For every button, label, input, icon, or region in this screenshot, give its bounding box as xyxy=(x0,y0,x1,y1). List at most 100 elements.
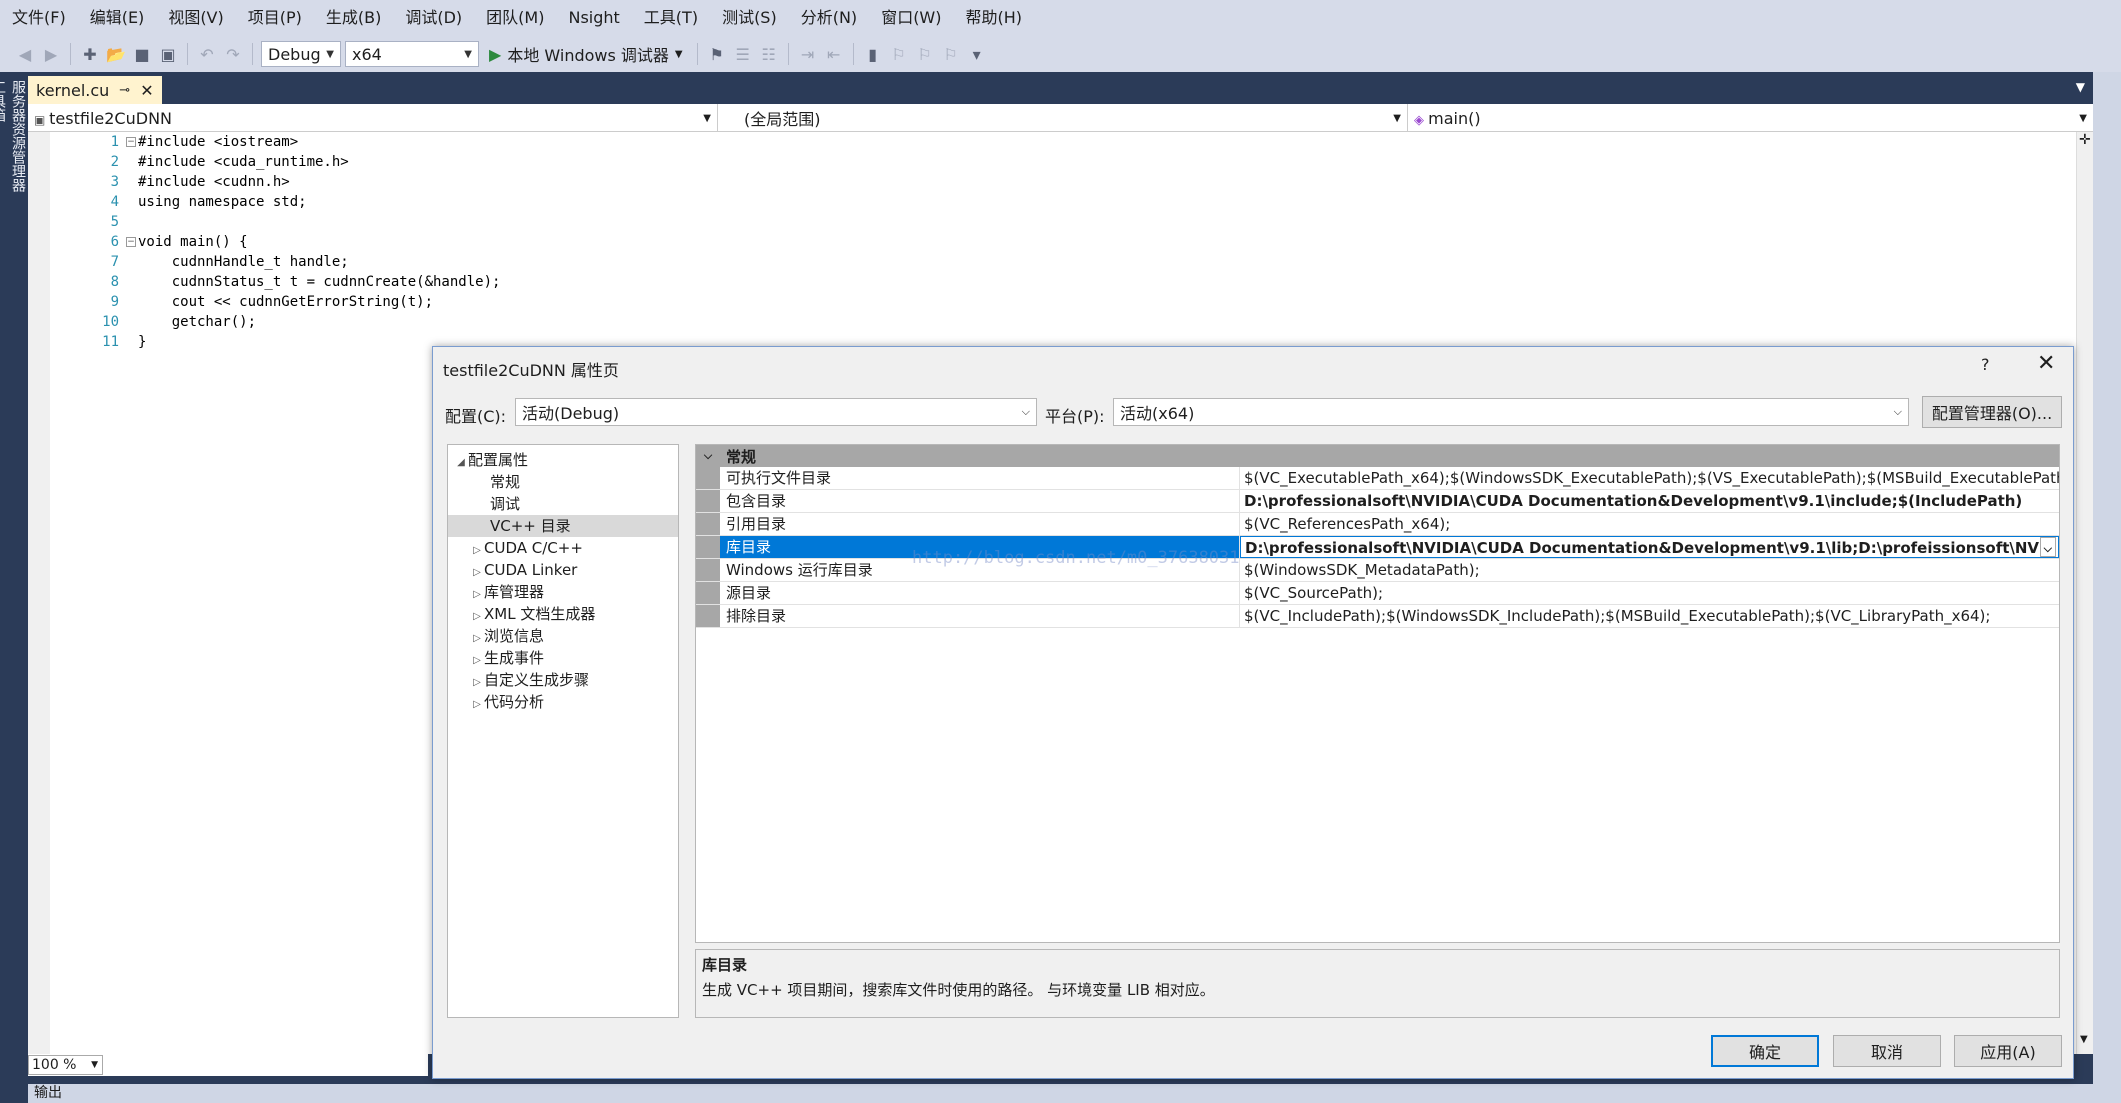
forward-icon[interactable]: ▶ xyxy=(40,43,62,65)
code-text[interactable]: #include <iostream> #include <cuda_runti… xyxy=(138,132,500,352)
close-icon[interactable]: ✕ xyxy=(2037,351,2055,376)
menu-item[interactable]: 测试(S) xyxy=(710,0,789,36)
menu-item[interactable]: 项目(P) xyxy=(236,0,314,36)
grid-row[interactable]: 排除目录 $(VC_IncludePath);$(WindowsSDK_Inclu… xyxy=(696,605,2059,628)
menu-item[interactable]: 工具(T) xyxy=(632,0,710,36)
chevron-down-icon[interactable]: ⌵ xyxy=(2039,537,2056,557)
tree-item-cuda-cpp[interactable]: ▷ CUDA C/C++ xyxy=(448,537,678,559)
configuration-dropdown[interactable]: 活动(Debug) ⌵ xyxy=(515,398,1037,426)
back-icon[interactable]: ◀ xyxy=(14,43,36,65)
code-line: void main() { xyxy=(138,234,248,250)
menu-item[interactable]: 调试(D) xyxy=(393,0,474,36)
chevron-down-icon[interactable]: ⌵ xyxy=(696,449,720,463)
tree-item-librarian[interactable]: ▷ 库管理器 xyxy=(448,581,678,603)
uncomment-icon[interactable]: ☷ xyxy=(758,43,780,65)
platform-value: x64 xyxy=(352,44,382,64)
prev-bookmark-icon[interactable]: ⚐ xyxy=(888,43,910,65)
split-icon[interactable]: ✛ xyxy=(2079,132,2091,148)
chevron-down-icon: ⌵ xyxy=(1021,405,1030,418)
code-line: cout << cudnnGetErrorString(t); xyxy=(138,294,434,310)
tree-item-debugging[interactable]: 调试 xyxy=(448,493,678,515)
property-value[interactable]: $(VC_IncludePath);$(WindowsSDK_IncludePa… xyxy=(1240,605,2059,627)
tree-item-browse-info[interactable]: ▷ 浏览信息 xyxy=(448,625,678,647)
tree-item-vc-directories[interactable]: VC++ 目录 xyxy=(448,515,678,537)
menu-item[interactable]: 分析(N) xyxy=(789,0,869,36)
output-panel-header[interactable]: 输出 xyxy=(28,1084,2093,1103)
tab-kernel-cu[interactable]: kernel.cu ⊸ ✕ xyxy=(28,76,162,104)
clear-bookmarks-icon[interactable]: ⚐ xyxy=(940,43,962,65)
property-value[interactable]: $(VC_ReferencesPath_x64); xyxy=(1240,513,2059,535)
property-name: 可执行文件目录 xyxy=(720,467,1240,489)
tree-item-xml-doc[interactable]: ▷ XML 文档生成器 xyxy=(448,603,678,625)
description-panel: 库目录 生成 VC++ 项目期间，搜索库文件时使用的路径。 与环境变量 LIB … xyxy=(695,949,2060,1018)
member-dropdown[interactable]: ◈ main() ▼ xyxy=(1408,104,2093,132)
grid-row[interactable]: 源目录 $(VC_SourcePath); xyxy=(696,582,2059,605)
menu-item[interactable]: 团队(M) xyxy=(474,0,556,36)
tree-item-code-analysis[interactable]: ▷ 代码分析 xyxy=(448,691,678,713)
configuration-manager-button[interactable]: 配置管理器(O)... xyxy=(1922,396,2062,428)
chevron-down-icon[interactable]: ▼ xyxy=(2076,80,2085,94)
property-value[interactable]: $(VC_SourcePath); xyxy=(1240,582,2059,604)
cancel-button[interactable]: 取消 xyxy=(1833,1035,1941,1067)
grid-row[interactable]: 引用目录 $(VC_ReferencesPath_x64); xyxy=(696,513,2059,536)
next-bookmark-icon[interactable]: ⚐ xyxy=(914,43,936,65)
toolbar-overflow-icon[interactable]: ▾ xyxy=(966,43,988,65)
grid-section-header[interactable]: ⌵ 常规 xyxy=(696,445,2059,467)
menu-item[interactable]: Nsight xyxy=(556,0,631,36)
menu-item[interactable]: 生成(B) xyxy=(314,0,393,36)
save-icon[interactable]: ■ xyxy=(131,43,153,65)
outdent-icon[interactable]: ⇤ xyxy=(823,43,845,65)
vertical-scrollbar[interactable]: ✛ ▼ xyxy=(2076,132,2093,1054)
grid-row[interactable]: Windows 运行库目录 $(WindowsSDK_MetadataPath); xyxy=(696,559,2059,582)
platform-select[interactable]: x64 ▼ xyxy=(345,41,479,67)
grid-row[interactable]: 包含目录 D:\professionalsoft\NVIDIA\CUDA Docu… xyxy=(696,490,2059,513)
line-number: 4 xyxy=(110,194,119,210)
toolbox-tab[interactable]: 工具箱 xyxy=(0,80,8,1083)
find-icon[interactable]: ⚑ xyxy=(706,43,728,65)
new-project-icon[interactable]: ✚ xyxy=(79,43,101,65)
collapse-icon[interactable]: − xyxy=(126,237,136,247)
save-all-icon[interactable]: ▣ xyxy=(157,43,179,65)
property-name: 引用目录 xyxy=(720,513,1240,535)
tree-item-label: XML 文档生成器 xyxy=(484,605,596,623)
configuration-select[interactable]: Debug ▼ xyxy=(261,41,341,67)
tree-item-custom-build-step[interactable]: ▷ 自定义生成步骤 xyxy=(448,669,678,691)
project-dropdown[interactable]: ▣ testfile2CuDNN ▼ xyxy=(28,104,718,132)
undo-icon[interactable]: ↶ xyxy=(196,43,218,65)
server-explorer-tab[interactable]: 服务器资源管理器 xyxy=(8,80,28,1083)
collapse-icon[interactable]: − xyxy=(126,137,136,147)
bookmark-icon[interactable]: ▮ xyxy=(862,43,884,65)
tree-item-general[interactable]: 常规 xyxy=(448,471,678,493)
comment-icon[interactable]: ☰ xyxy=(732,43,754,65)
scroll-down-icon[interactable]: ▼ xyxy=(2080,1034,2088,1045)
tree-item-cuda-linker[interactable]: ▷ CUDA Linker xyxy=(448,559,678,581)
redo-icon[interactable]: ↷ xyxy=(222,43,244,65)
property-value[interactable]: D:\professionalsoft\NVIDIA\CUDA Document… xyxy=(1240,490,2059,512)
indent-icon[interactable]: ⇥ xyxy=(797,43,819,65)
open-file-icon[interactable]: 📂 xyxy=(105,43,127,65)
scope-dropdown[interactable]: (全局范围) ▼ xyxy=(718,104,1408,132)
expand-icon[interactable]: ▷ xyxy=(470,694,484,716)
property-value[interactable]: $(VC_ExecutablePath_x64);$(WindowsSDK_Ex… xyxy=(1240,467,2059,489)
apply-button[interactable]: 应用(A) xyxy=(1954,1035,2062,1067)
menu-item[interactable]: 文件(F) xyxy=(0,0,78,36)
menu-item[interactable]: 编辑(E) xyxy=(78,0,157,36)
menu-item[interactable]: 窗口(W) xyxy=(869,0,953,36)
tree-item-build-events[interactable]: ▷ 生成事件 xyxy=(448,647,678,669)
ok-button[interactable]: 确定 xyxy=(1711,1035,1819,1067)
help-button[interactable]: ? xyxy=(1981,355,1990,374)
close-icon[interactable]: ✕ xyxy=(140,81,153,100)
tree-item-config-properties[interactable]: ◢ 配置属性 xyxy=(448,449,678,471)
property-value[interactable]: $(WindowsSDK_MetadataPath); xyxy=(1240,559,2059,581)
menu-item[interactable]: 视图(V) xyxy=(156,0,235,36)
pin-icon[interactable]: ⊸ xyxy=(119,83,130,98)
platform-dropdown[interactable]: 活动(x64) ⌵ xyxy=(1113,398,1909,426)
zoom-select[interactable]: 100 % ▼ xyxy=(28,1055,103,1075)
member-value: main() xyxy=(1428,108,1481,128)
line-number: 10 xyxy=(102,314,119,330)
menu-item[interactable]: 帮助(H) xyxy=(954,0,1035,36)
grid-row-selected[interactable]: 库目录 D:\professionalsoft\NVIDIA\CUDA Docum… xyxy=(696,536,2059,559)
property-value[interactable]: D:\professionalsoft\NVIDIA\CUDA Document… xyxy=(1245,537,2040,557)
start-debugging-button[interactable]: ▶ 本地 Windows 调试器 ▼ xyxy=(483,42,689,66)
grid-row[interactable]: 可执行文件目录 $(VC_ExecutablePath_x64);$(Window… xyxy=(696,467,2059,490)
